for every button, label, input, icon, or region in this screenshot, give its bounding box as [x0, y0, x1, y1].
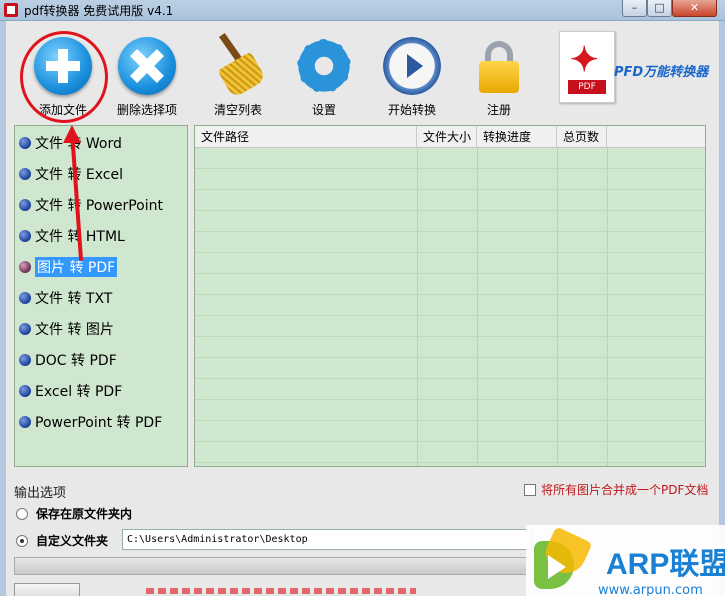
bullet-icon: [19, 230, 31, 242]
watermark-title: ARP联盟: [606, 548, 725, 581]
column-divider: [557, 148, 558, 466]
save-original-label: 保存在原文件夹内: [36, 507, 133, 521]
conversion-item[interactable]: 文件 转 PowerPoint: [19, 194, 163, 216]
bullet-icon: [19, 292, 31, 304]
play-icon: [383, 37, 441, 95]
column-header-pages[interactable]: 总页数: [557, 126, 607, 148]
custom-folder-option[interactable]: 自定义文件夹: [16, 532, 108, 549]
column-header-path[interactable]: 文件路径: [195, 126, 417, 148]
column-divider: [417, 148, 418, 466]
column-header-progress[interactable]: 转换进度: [477, 126, 557, 148]
column-divider: [477, 148, 478, 466]
custom-folder-radio[interactable]: [16, 534, 28, 547]
register-button[interactable]: 注册: [454, 31, 544, 119]
minimize-icon: –: [631, 1, 638, 14]
arp-watermark: ARP联盟 www.arpun.com: [526, 525, 725, 596]
file-table[interactable]: 文件路径 文件大小 转换进度 总页数: [194, 125, 706, 467]
bottom-button[interactable]: [14, 583, 80, 596]
merge-option[interactable]: 将所有图片合并成一个PDF文档: [524, 481, 708, 498]
register-label: 注册: [486, 103, 511, 117]
gear-icon: [295, 37, 353, 95]
toolbar: 添加文件 删除选择项 清空列表 设置 开始转换 注册 ✦ PDF PFD万能转换…: [6, 21, 719, 121]
delete-icon: [118, 37, 176, 95]
start-convert-button[interactable]: 开始转换: [367, 31, 457, 119]
output-path-field[interactable]: C:\Users\Administrator\Desktop: [122, 529, 532, 550]
bullet-icon: [19, 416, 31, 428]
settings-label: 设置: [311, 103, 336, 117]
start-convert-label: 开始转换: [387, 103, 436, 117]
maximize-icon: □: [654, 1, 665, 14]
bullet-icon: [19, 137, 31, 149]
window-title: pdf转换器 免费试用版 v4.1: [24, 4, 174, 18]
title-bar: pdf转换器 免费试用版 v4.1 – □ ✕: [0, 0, 725, 21]
bullet-icon: [19, 261, 31, 273]
bullet-icon: [19, 199, 31, 211]
close-button[interactable]: ✕: [672, 0, 717, 17]
conversion-type-list: 文件 转 Word 文件 转 Excel 文件 转 PowerPoint 文件 …: [14, 125, 188, 467]
settings-button[interactable]: 设置: [279, 31, 369, 119]
minimize-button[interactable]: –: [622, 0, 647, 17]
maximize-button[interactable]: □: [647, 0, 672, 17]
custom-folder-label: 自定义文件夹: [36, 534, 109, 548]
bullet-icon: [19, 354, 31, 366]
progress-bar: [14, 557, 574, 575]
save-original-radio[interactable]: [16, 507, 28, 520]
merge-label: 将所有图片合并成一个PDF文档: [541, 483, 709, 497]
main-window: 添加文件 删除选择项 清空列表 设置 开始转换 注册 ✦ PDF PFD万能转换…: [0, 21, 725, 596]
watermark-url: www.arpun.com: [598, 583, 703, 596]
broom-icon: [209, 32, 267, 99]
table-header: 文件路径 文件大小 转换进度 总页数: [195, 126, 705, 148]
conversion-item[interactable]: 文件 转 TXT: [19, 287, 112, 309]
delete-selected-label: 删除选择项: [116, 103, 177, 117]
conversion-item[interactable]: Excel 转 PDF: [19, 380, 122, 402]
delete-selected-button[interactable]: 删除选择项: [102, 31, 192, 119]
acrobat-icon: ✦: [570, 40, 599, 80]
arp-logo-icon: [534, 526, 593, 589]
clear-list-label: 清空列表: [213, 103, 262, 117]
lock-icon: [470, 37, 528, 95]
conversion-item[interactable]: DOC 转 PDF: [19, 349, 117, 371]
conversion-item-selected[interactable]: 图片 转 PDF: [19, 256, 118, 278]
conversion-item[interactable]: PowerPoint 转 PDF: [19, 411, 162, 433]
conversion-item[interactable]: 文件 转 Excel: [19, 163, 123, 185]
column-divider: [607, 148, 608, 466]
bullet-icon: [19, 168, 31, 180]
merge-checkbox[interactable]: [524, 483, 536, 496]
bullet-icon: [19, 385, 31, 397]
bottom-notice: [146, 588, 416, 594]
brand-title: PFD万能转换器: [614, 65, 709, 80]
column-header-size[interactable]: 文件大小: [417, 126, 477, 148]
conversion-item[interactable]: 文件 转 HTML: [19, 225, 125, 247]
pdf-logo: ✦ PDF: [559, 31, 615, 103]
bullet-icon: [19, 323, 31, 335]
pdf-tag: PDF: [568, 80, 606, 94]
conversion-item[interactable]: 文件 转 图片: [19, 318, 114, 340]
clear-list-button[interactable]: 清空列表: [193, 31, 283, 119]
save-original-option[interactable]: 保存在原文件夹内: [16, 505, 132, 522]
table-body: [195, 148, 705, 466]
annotation-circle: [20, 31, 108, 123]
app-icon: [4, 3, 18, 17]
close-icon: ✕: [689, 1, 700, 14]
output-section-title: 输出选项: [14, 486, 67, 501]
